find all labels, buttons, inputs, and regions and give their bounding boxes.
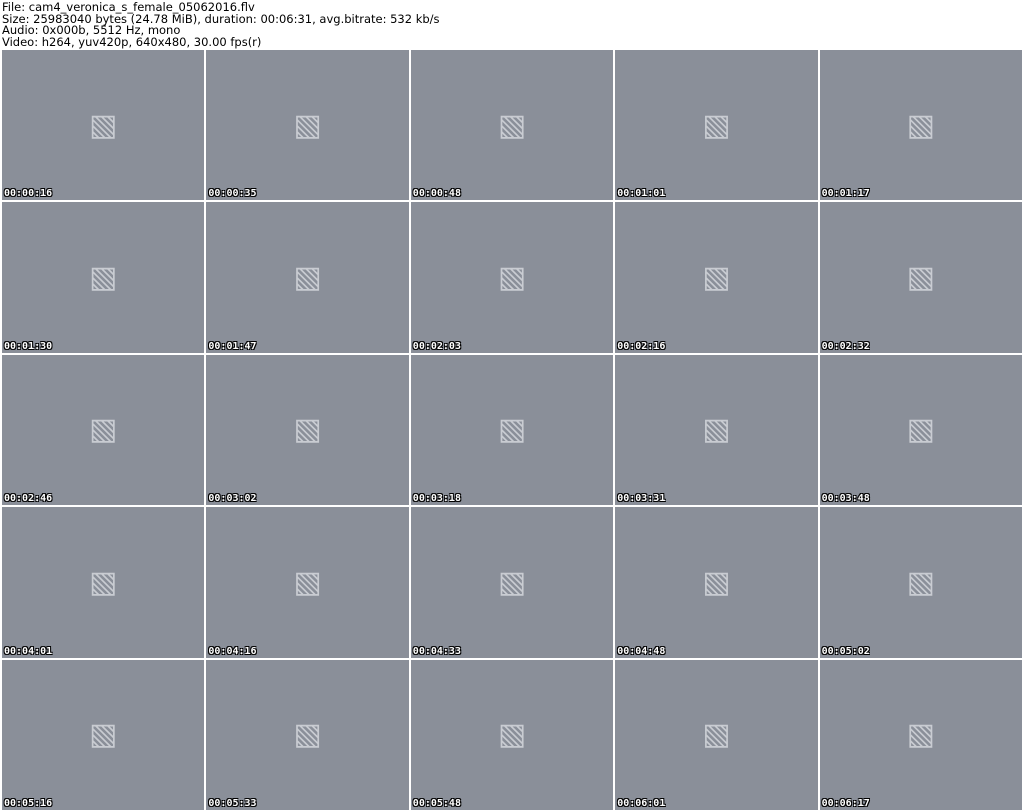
thumbnail-frame: ▧ 00:02:03 — [410, 202, 614, 353]
thumbnail-frame: ▧ 00:05:16 — [2, 659, 205, 810]
frame-timestamp: 00:00:16 — [4, 188, 53, 200]
frame-timestamp: 00:04:33 — [412, 645, 461, 657]
thumbnail-frame: ▧ 00:01:17 — [819, 50, 1022, 201]
thumbnail-frame: ▧ 00:05:02 — [819, 507, 1022, 658]
image-placeholder-icon: ▧ — [906, 564, 935, 600]
frame-timestamp: 00:04:01 — [4, 645, 53, 657]
thumbnail-frame: ▧ 00:03:18 — [410, 354, 614, 506]
thumbnail-frame: ▧ 00:02:32 — [819, 202, 1022, 353]
frame-timestamp: 00:04:16 — [208, 645, 257, 657]
frame-timestamp: 00:05:33 — [208, 797, 257, 809]
image-placeholder-icon: ▧ — [497, 107, 527, 143]
thumbnail-frame: ▧ 00:06:01 — [615, 659, 818, 810]
frame-timestamp: 00:05:02 — [821, 645, 870, 657]
thumbnail-frame: ▧ 00:05:48 — [410, 659, 614, 810]
image-placeholder-icon: ▧ — [702, 564, 731, 600]
thumbnail-frame: ▧ 00:00:48 — [410, 50, 614, 201]
image-placeholder-icon: ▧ — [89, 564, 118, 600]
image-placeholder-icon: ▧ — [89, 260, 118, 296]
thumbnail-frame: ▧ 00:04:48 — [615, 507, 818, 658]
thumbnail-frame: ▧ 00:02:46 — [2, 354, 205, 506]
thumbnail-frame: ▧ 00:00:16 — [2, 50, 205, 201]
frame-timestamp: 00:05:16 — [4, 797, 53, 809]
frame-timestamp: 00:06:17 — [821, 797, 870, 809]
image-placeholder-icon: ▧ — [497, 564, 527, 600]
image-placeholder-icon: ▧ — [89, 412, 118, 448]
thumbnail-frame: ▧ 00:03:02 — [206, 354, 409, 506]
frame-timestamp: 00:01:01 — [617, 188, 666, 200]
frame-timestamp: 00:00:35 — [208, 188, 257, 200]
image-placeholder-icon: ▧ — [293, 107, 322, 143]
image-placeholder-icon: ▧ — [906, 717, 935, 753]
image-placeholder-icon: ▧ — [702, 260, 731, 296]
thumbnail-frame: ▧ 00:03:48 — [819, 354, 1022, 506]
thumbnail-frame: ▧ 00:00:35 — [206, 50, 409, 201]
thumbnail-frame: ▧ 00:02:16 — [615, 202, 818, 353]
frame-timestamp: 00:01:17 — [821, 188, 870, 200]
frame-timestamp: 00:02:32 — [821, 340, 870, 352]
thumbnail-frame: ▧ 00:04:33 — [410, 507, 614, 658]
image-placeholder-icon: ▧ — [89, 717, 118, 753]
image-placeholder-icon: ▧ — [293, 564, 322, 600]
thumbnail-grid: ▧ 00:00:16 ▧ 00:00:35 ▧ 00:00:48 ▧ 00:01:01 ▧ 00:… — [2, 50, 1022, 810]
thumbnail-frame: ▧ 00:01:47 — [206, 202, 409, 353]
image-placeholder-icon: ▧ — [293, 412, 322, 448]
frame-timestamp: 00:02:03 — [412, 340, 461, 352]
image-placeholder-icon: ▧ — [497, 412, 527, 448]
frame-timestamp: 00:02:46 — [4, 493, 53, 505]
frame-timestamp: 00:00:48 — [412, 188, 461, 200]
image-placeholder-icon: ▧ — [497, 717, 527, 753]
frame-timestamp: 00:04:48 — [617, 645, 666, 657]
image-placeholder-icon: ▧ — [702, 107, 731, 143]
frame-timestamp: 00:06:01 — [617, 797, 666, 809]
frame-timestamp: 00:03:18 — [412, 493, 461, 505]
thumbnail-frame: ▧ 00:04:01 — [2, 507, 205, 658]
image-placeholder-icon: ▧ — [906, 260, 935, 296]
frame-timestamp: 00:01:47 — [208, 340, 257, 352]
image-placeholder-icon: ▧ — [702, 412, 731, 448]
frame-timestamp: 00:03:02 — [208, 493, 257, 505]
image-placeholder-icon: ▧ — [497, 260, 527, 296]
thumbnail-frame: ▧ 00:04:16 — [206, 507, 409, 658]
thumbnail-frame: ▧ 00:06:17 — [819, 659, 1022, 810]
frame-timestamp: 00:03:48 — [821, 493, 870, 505]
frame-timestamp: 00:02:16 — [617, 340, 666, 352]
frame-timestamp: 00:05:48 — [412, 797, 461, 809]
image-placeholder-icon: ▧ — [293, 260, 322, 296]
thumbnail-frame: ▧ 00:01:01 — [615, 50, 818, 201]
image-placeholder-icon: ▧ — [906, 107, 935, 143]
frame-timestamp: 00:03:31 — [617, 493, 666, 505]
image-placeholder-icon: ▧ — [89, 107, 118, 143]
thumbnail-frame: ▧ 00:01:30 — [2, 202, 205, 353]
thumbnail-frame: ▧ 00:03:31 — [615, 354, 818, 506]
metadata-header: File: cam4_veronica_s_female_05062016.fl… — [0, 0, 1024, 48]
image-placeholder-icon: ▧ — [293, 717, 322, 753]
image-placeholder-icon: ▧ — [702, 717, 731, 753]
video-info-line: Video: h264, yuv420p, 640x480, 30.00 fps… — [2, 34, 262, 49]
thumbnail-frame: ▧ 00:05:33 — [206, 659, 409, 810]
frame-timestamp: 00:01:30 — [4, 340, 53, 352]
image-placeholder-icon: ▧ — [906, 412, 935, 448]
